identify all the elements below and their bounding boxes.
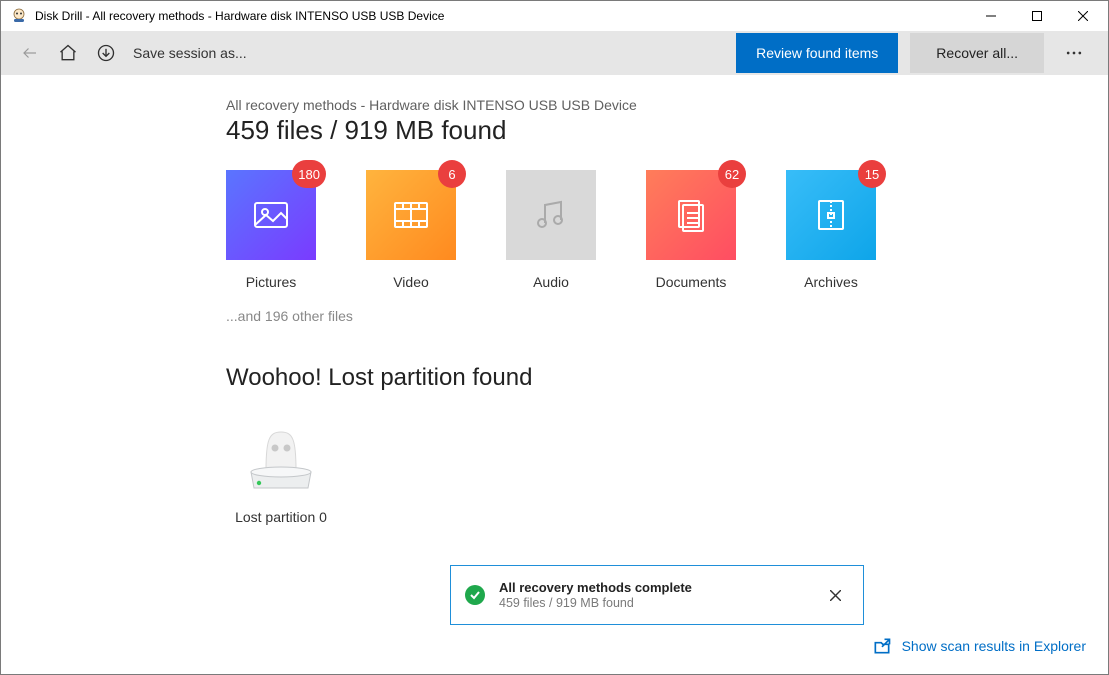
save-session-label[interactable]: Save session as... [133, 45, 247, 61]
save-session-icon[interactable] [89, 36, 123, 70]
pictures-icon [251, 195, 291, 235]
more-options-button[interactable] [1052, 33, 1096, 73]
app-icon [11, 8, 27, 24]
toast-text: All recovery methods complete 459 files … [499, 580, 692, 610]
content-area: All recovery methods - Hardware disk INT… [1, 75, 1108, 674]
other-files-text: ...and 196 other files [226, 308, 1088, 324]
category-pictures[interactable]: 180 Pictures [226, 170, 316, 290]
video-count-badge: 6 [438, 160, 466, 188]
close-button[interactable] [1060, 1, 1106, 31]
category-video[interactable]: 6 Video [366, 170, 456, 290]
video-label: Video [393, 274, 429, 290]
lost-partition-item[interactable]: Lost partition 0 [221, 420, 341, 525]
pictures-count-badge: 180 [292, 160, 326, 188]
audio-icon [531, 195, 571, 235]
archives-icon [811, 195, 851, 235]
home-button[interactable] [51, 36, 85, 70]
pictures-label: Pictures [246, 274, 297, 290]
app-window: Disk Drill - All recovery methods - Hard… [0, 0, 1109, 675]
review-label: Review found items [756, 45, 878, 61]
documents-tile: 62 [646, 170, 736, 260]
titlebar: Disk Drill - All recovery methods - Hard… [1, 1, 1108, 31]
window-title: Disk Drill - All recovery methods - Hard… [35, 9, 444, 23]
partition-label: Lost partition 0 [235, 509, 327, 525]
category-archives[interactable]: 15 Archives [786, 170, 876, 290]
recover-all-button[interactable]: Recover all... [910, 33, 1044, 73]
open-external-icon [872, 636, 892, 656]
results-headline: 459 files / 919 MB found [226, 115, 1088, 146]
breadcrumb: All recovery methods - Hardware disk INT… [226, 97, 1088, 113]
toast-title: All recovery methods complete [499, 580, 692, 595]
documents-label: Documents [656, 274, 727, 290]
toast-subtitle: 459 files / 919 MB found [499, 596, 692, 610]
pictures-tile: 180 [226, 170, 316, 260]
category-row: 180 Pictures 6 Video Audio [226, 170, 1088, 290]
toolbar: Save session as... Review found items Re… [1, 31, 1108, 75]
back-button[interactable] [13, 36, 47, 70]
show-in-explorer-link[interactable]: Show scan results in Explorer [872, 636, 1086, 656]
audio-tile [506, 170, 596, 260]
category-audio[interactable]: Audio [506, 170, 596, 290]
partition-heading: Woohoo! Lost partition found [226, 364, 1088, 392]
archives-tile: 15 [786, 170, 876, 260]
audio-label: Audio [533, 274, 569, 290]
minimize-button[interactable] [968, 1, 1014, 31]
maximize-button[interactable] [1014, 1, 1060, 31]
review-found-items-button[interactable]: Review found items [736, 33, 898, 73]
video-tile: 6 [366, 170, 456, 260]
success-icon [465, 585, 485, 605]
documents-count-badge: 62 [718, 160, 746, 188]
recover-label: Recover all... [936, 45, 1018, 61]
toast-close-button[interactable] [821, 581, 849, 609]
archives-label: Archives [804, 274, 858, 290]
lost-partition-icon [236, 420, 326, 495]
archives-count-badge: 15 [858, 160, 886, 188]
documents-icon [671, 195, 711, 235]
category-documents[interactable]: 62 Documents [646, 170, 736, 290]
completion-toast: All recovery methods complete 459 files … [450, 565, 864, 625]
video-icon [391, 195, 431, 235]
explorer-link-text: Show scan results in Explorer [902, 638, 1086, 654]
